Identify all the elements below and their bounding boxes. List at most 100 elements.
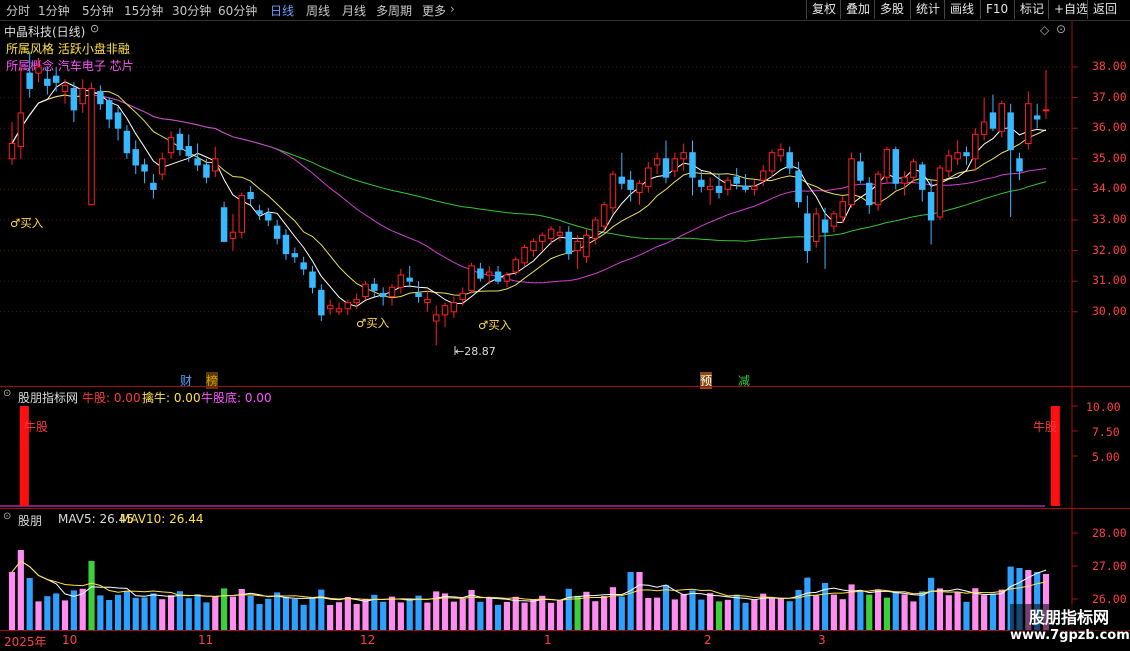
candle-body <box>8 143 16 160</box>
tab-period-9[interactable]: 多周期 <box>376 2 412 19</box>
candle-body <box>1007 112 1014 151</box>
volume-bar <box>998 589 1005 630</box>
candle <box>539 232 546 251</box>
candle <box>326 299 334 315</box>
tab-period-2[interactable]: 5分钟 <box>82 2 114 19</box>
candle <box>777 143 785 162</box>
candle-body <box>477 268 484 279</box>
candle <box>742 174 749 193</box>
volume-bar <box>503 602 510 630</box>
candle-body <box>468 265 475 291</box>
candle-body <box>892 149 900 184</box>
candle-body <box>379 292 387 298</box>
candle <box>212 146 219 178</box>
candle <box>698 171 705 193</box>
tab-period-10[interactable]: 更多 <box>422 2 446 19</box>
candle-body <box>176 133 184 151</box>
candle-body <box>459 292 466 301</box>
volume-bar <box>380 601 387 630</box>
statistics-button[interactable]: 统计 <box>910 0 945 19</box>
mark-button[interactable]: 标记 <box>1014 0 1049 19</box>
tab-period-4[interactable]: 30分钟 <box>172 2 211 19</box>
candle-body <box>1042 109 1050 112</box>
volume-bar <box>768 598 776 630</box>
candle-body <box>636 182 643 193</box>
candle-body <box>229 231 237 239</box>
price-tick-label: 31.00 <box>1092 273 1127 288</box>
candle-body <box>539 234 546 242</box>
volume-bar <box>874 589 882 630</box>
candle-body <box>265 213 272 221</box>
candle-body <box>256 210 263 215</box>
more-chevron-icon[interactable]: › <box>450 2 455 16</box>
candle <box>309 265 316 294</box>
volume-bar <box>441 593 449 630</box>
candle <box>362 281 369 300</box>
candle <box>70 82 78 123</box>
candle-body <box>556 231 564 236</box>
volume-bar <box>804 577 811 630</box>
multi-stock-button[interactable]: 多股 <box>874 0 909 19</box>
fuquan-button[interactable]: 复权 <box>806 0 841 19</box>
candle-body <box>247 191 254 200</box>
x-label: 1 <box>544 633 552 647</box>
tab-period-1[interactable]: 1分钟 <box>38 2 70 19</box>
candle <box>954 140 961 165</box>
volume-bar <box>733 594 740 630</box>
volume-bar <box>645 598 652 630</box>
draw-line-button[interactable]: 画线 <box>944 0 979 19</box>
tab-period-5[interactable]: 60分钟 <box>218 2 257 19</box>
candle-body <box>627 179 634 190</box>
candle-body <box>521 247 528 264</box>
volume-bar <box>8 572 16 630</box>
tab-period-6[interactable]: 日线 <box>270 2 294 19</box>
candle-body <box>565 231 573 255</box>
volume-bar <box>79 588 86 630</box>
tab-period-8[interactable]: 月线 <box>342 2 366 19</box>
tab-period-7[interactable]: 周线 <box>306 2 330 19</box>
candle <box>804 195 811 263</box>
volume-bar <box>724 599 731 630</box>
candle <box>583 229 590 263</box>
candle-body <box>105 100 113 120</box>
volume-bar <box>114 594 122 630</box>
candle <box>892 146 900 190</box>
candle <box>609 171 617 214</box>
candle <box>627 171 634 202</box>
volume-bar <box>574 595 581 630</box>
bull-signal-label: 牛股 <box>24 420 49 434</box>
candle <box>229 213 237 251</box>
back-button[interactable]: 返回 <box>1087 0 1122 19</box>
volume-bar <box>972 588 979 630</box>
candle-body <box>35 66 42 74</box>
volume-bar <box>662 585 670 630</box>
candle-body <box>132 149 139 166</box>
overlay-button[interactable]: 叠加 <box>840 0 875 19</box>
candle-body <box>158 158 166 175</box>
candle <box>176 128 184 156</box>
candle <box>132 140 139 175</box>
candle-body <box>44 78 51 86</box>
candle-body <box>167 136 175 154</box>
tab-period-3[interactable]: 15分钟 <box>124 2 163 19</box>
candle <box>441 302 449 328</box>
volume-bar <box>406 599 413 630</box>
candle <box>521 244 528 266</box>
volume-bar <box>106 600 113 630</box>
f10-button[interactable]: F10 <box>980 0 1013 19</box>
volume-bar <box>53 593 60 630</box>
volume-bar <box>689 590 696 630</box>
volume-bar <box>265 598 272 630</box>
volume-bar <box>344 597 351 630</box>
volume-bar <box>194 594 201 630</box>
volume-bar <box>919 591 926 630</box>
candle <box>282 229 290 260</box>
candle-body <box>88 87 95 206</box>
candle-body <box>698 179 705 187</box>
candle-body <box>980 121 988 135</box>
volume-bar <box>274 592 281 630</box>
candle <box>636 180 643 205</box>
volume-tick: 27.00 <box>1092 559 1127 573</box>
candle-body <box>874 173 882 206</box>
tab-period-0[interactable]: 分时 <box>6 2 30 19</box>
